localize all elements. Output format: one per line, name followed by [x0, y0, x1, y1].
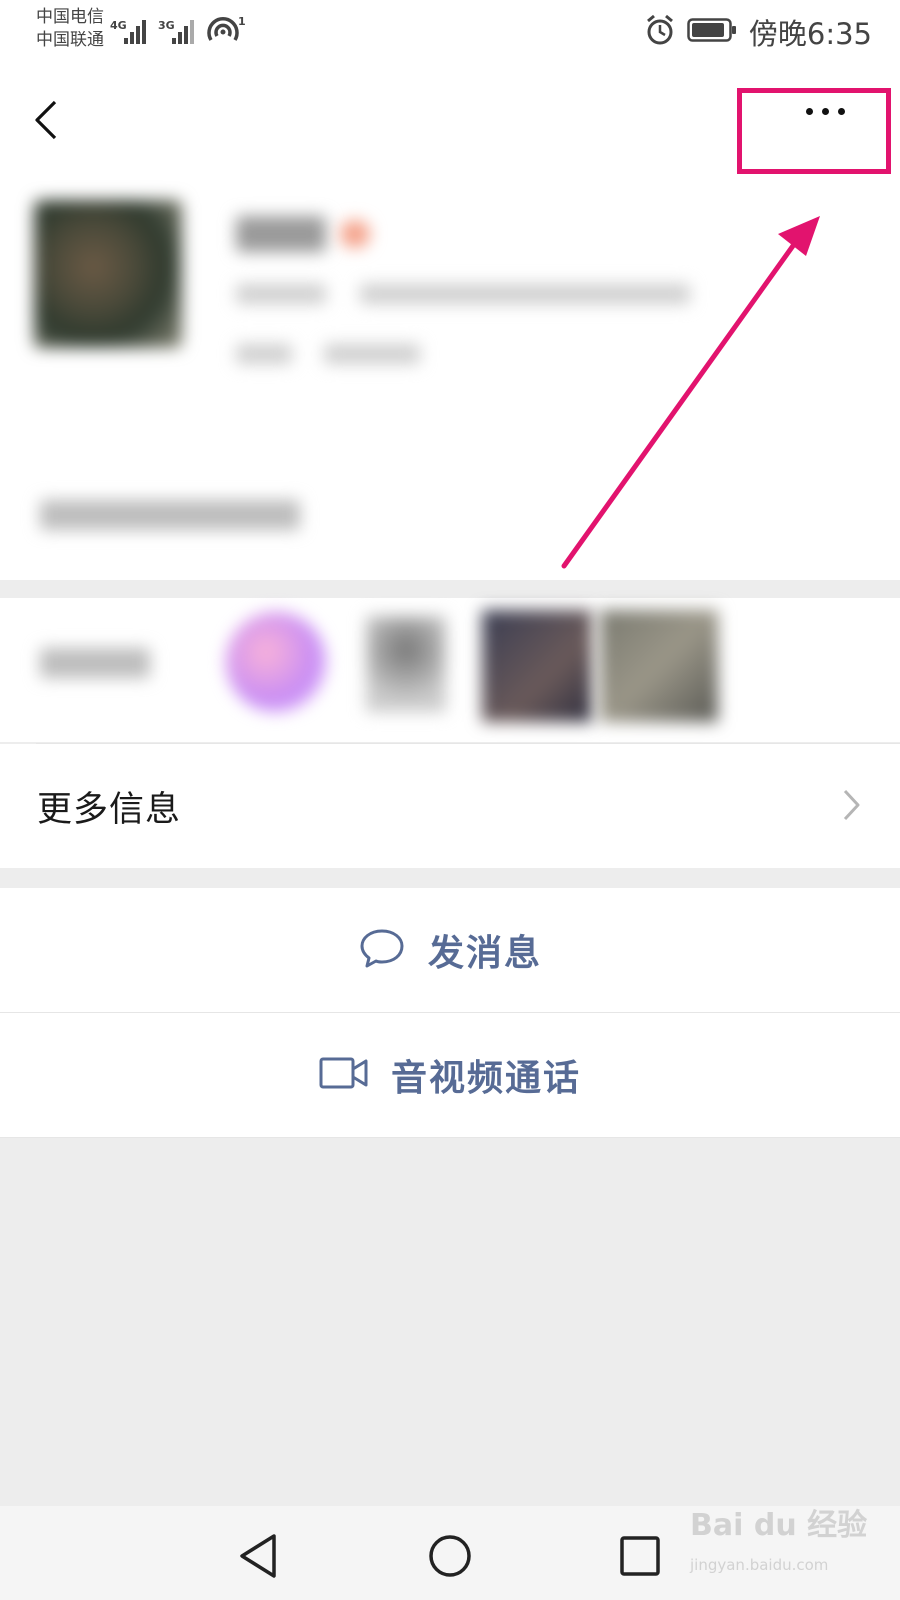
signal-2-icon: 3G [158, 14, 202, 46]
moments-row[interactable] [0, 598, 900, 742]
video-camera-icon [319, 1056, 369, 1094]
profile-region-label [236, 344, 292, 364]
chevron-right-icon [842, 788, 862, 826]
video-call-button[interactable]: 音视频通话 [0, 1013, 900, 1137]
nav-recents-button[interactable] [610, 1526, 670, 1586]
moments-label [40, 648, 150, 678]
send-message-button[interactable]: 发消息 [0, 888, 900, 1012]
back-button[interactable] [26, 90, 66, 150]
triangle-back-icon [240, 1534, 276, 1578]
more-info-row[interactable]: 更多信息 [0, 744, 900, 868]
more-info-label: 更多信息 [37, 790, 182, 830]
square-recents-icon [620, 1536, 660, 1576]
video-call-label: 音视频通话 [390, 1058, 581, 1099]
baidu-watermark-url: jingyan.baidu.com [690, 1556, 829, 1574]
avatar[interactable] [34, 200, 182, 348]
carrier-1: 中国电信 [36, 7, 104, 27]
chat-bubble-icon [358, 927, 406, 973]
moments-thumb-4 [600, 610, 718, 722]
back-arrow-icon [35, 100, 57, 140]
moments-thumb-3 [482, 610, 592, 722]
moments-thumb-1 [226, 612, 326, 712]
profile-id-label [236, 284, 326, 304]
blurred-settings-row[interactable] [0, 452, 900, 580]
carrier-info: 中国电信 中国联通 4G 3G 1 [36, 6, 246, 52]
status-bar: 中国电信 中国联通 4G 3G 1 傍晚6:35 [0, 0, 900, 66]
divider [0, 1137, 900, 1138]
profile-region-value [324, 344, 420, 364]
nav-back-button[interactable] [228, 1526, 288, 1586]
status-right: 傍晚6:35 [645, 10, 872, 54]
profile-id-value [360, 284, 690, 304]
blurred-row-label [40, 500, 300, 530]
send-message-label: 发消息 [427, 933, 542, 974]
battery-icon [687, 17, 737, 47]
baidu-watermark: Bai du 经验 [690, 1508, 868, 1543]
nav-home-button[interactable] [420, 1526, 480, 1586]
circle-home-icon [429, 1535, 471, 1577]
moments-thumb-2 [366, 616, 446, 712]
carrier-2: 中国联通 [36, 30, 104, 50]
clock-time: 傍晚6:35 [748, 17, 872, 51]
signal-1-icon: 4G [110, 14, 154, 46]
profile-card [0, 176, 900, 452]
profile-name [236, 216, 326, 252]
annotation-highlight-box [737, 88, 891, 174]
gender-icon [340, 220, 370, 248]
hotspot-icon: 1 [206, 14, 246, 46]
alarm-icon [645, 14, 675, 50]
